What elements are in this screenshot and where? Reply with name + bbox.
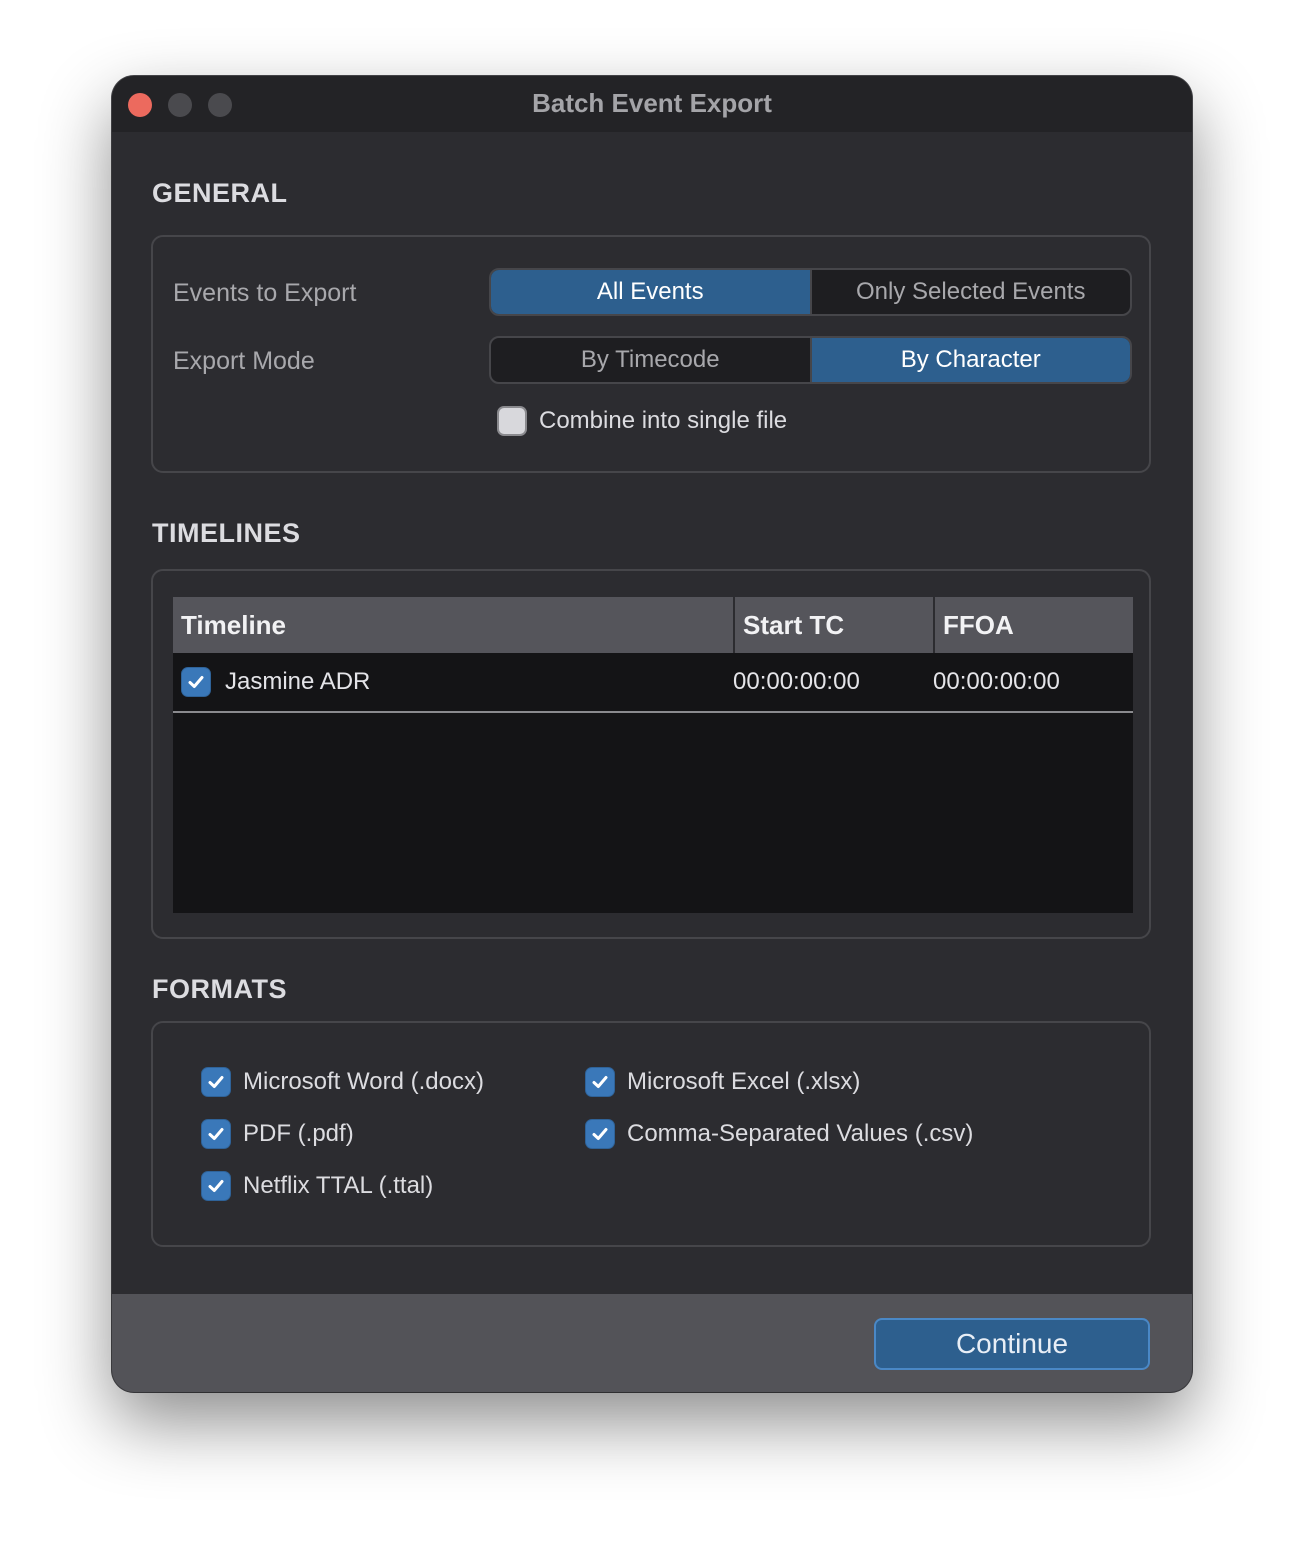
- ttal-checkbox[interactable]: [201, 1171, 231, 1201]
- column-header-timeline[interactable]: Timeline: [173, 597, 733, 653]
- checkmark-icon: [208, 1076, 224, 1088]
- pdf-label: PDF (.pdf): [243, 1120, 354, 1147]
- window-title: Batch Event Export: [532, 88, 772, 118]
- formats-section-title: FORMATS: [152, 974, 287, 1004]
- ffoa-cell: 00:00:00:00: [933, 668, 1060, 695]
- checkmark-icon: [592, 1128, 608, 1140]
- xlsx-label: Microsoft Excel (.xlsx): [627, 1068, 861, 1095]
- all-events-option[interactable]: All Events: [491, 270, 810, 314]
- timelines-section-title: TIMELINES: [152, 518, 301, 548]
- timelines-group: Timeline Start TC FFOA Jasmine ADR 00:00…: [151, 569, 1151, 939]
- by-timecode-option[interactable]: By Timecode: [491, 338, 810, 382]
- format-docx[interactable]: Microsoft Word (.docx): [201, 1067, 484, 1097]
- format-pdf[interactable]: PDF (.pdf): [201, 1119, 354, 1149]
- format-xlsx[interactable]: Microsoft Excel (.xlsx): [585, 1067, 860, 1097]
- combine-single-file-checkbox[interactable]: [497, 406, 527, 436]
- timeline-checkbox[interactable]: [181, 667, 211, 697]
- batch-export-dialog: Batch Event Export GENERAL Events to Exp…: [112, 76, 1192, 1392]
- column-header-start-tc[interactable]: Start TC: [733, 597, 933, 653]
- docx-checkbox[interactable]: [201, 1067, 231, 1097]
- xlsx-checkbox[interactable]: [585, 1067, 615, 1097]
- csv-checkbox[interactable]: [585, 1119, 615, 1149]
- continue-button[interactable]: Continue: [874, 1318, 1150, 1370]
- general-group: Events to Export All Events Only Selecte…: [151, 235, 1151, 473]
- ttal-label: Netflix TTAL (.ttal): [243, 1172, 434, 1199]
- by-character-option[interactable]: By Character: [809, 338, 1130, 382]
- start-tc-cell: 00:00:00:00: [733, 668, 860, 695]
- table-row[interactable]: Jasmine ADR 00:00:00:00 00:00:00:00: [173, 653, 1133, 713]
- formats-group: Microsoft Word (.docx) Microsoft Excel (…: [151, 1021, 1151, 1247]
- checkmark-icon: [188, 676, 204, 688]
- events-to-export-label: Events to Export: [173, 279, 357, 307]
- column-header-ffoa[interactable]: FFOA: [933, 597, 1133, 653]
- checkmark-icon: [208, 1180, 224, 1192]
- events-to-export-segmented: All Events Only Selected Events: [489, 268, 1132, 316]
- format-csv[interactable]: Comma-Separated Values (.csv): [585, 1119, 973, 1149]
- format-ttal[interactable]: Netflix TTAL (.ttal): [201, 1171, 433, 1201]
- dialog-footer: Continue: [112, 1294, 1192, 1392]
- export-mode-label: Export Mode: [173, 347, 315, 375]
- pdf-checkbox[interactable]: [201, 1119, 231, 1149]
- checkmark-icon: [208, 1128, 224, 1140]
- only-selected-events-option[interactable]: Only Selected Events: [809, 270, 1131, 314]
- combine-single-file-row[interactable]: Combine into single file: [497, 406, 787, 436]
- table-header: Timeline Start TC FFOA: [173, 597, 1133, 653]
- checkmark-icon: [592, 1076, 608, 1088]
- timeline-name: Jasmine ADR: [225, 668, 371, 695]
- export-mode-segmented: By Timecode By Character: [489, 336, 1132, 384]
- title-bar: Batch Event Export: [112, 76, 1192, 132]
- timelines-table: Timeline Start TC FFOA Jasmine ADR 00:00…: [173, 597, 1133, 913]
- csv-label: Comma-Separated Values (.csv): [627, 1120, 974, 1147]
- general-section-title: GENERAL: [152, 178, 288, 208]
- docx-label: Microsoft Word (.docx): [243, 1068, 484, 1095]
- combine-single-file-label: Combine into single file: [539, 407, 788, 434]
